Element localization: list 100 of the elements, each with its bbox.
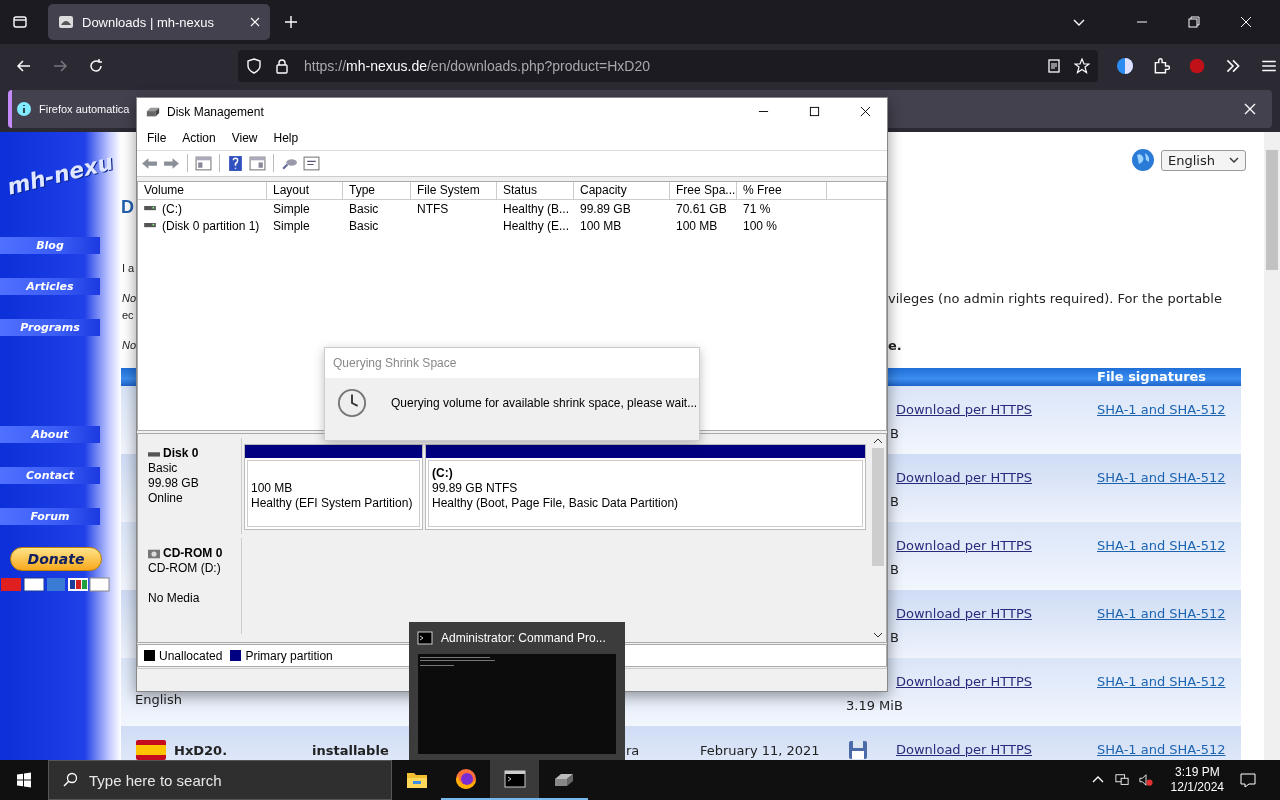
restore-icon[interactable] <box>1188 16 1200 28</box>
clock[interactable]: 3:19 PM 12/1/2024 <box>1170 765 1224 795</box>
partition-status: Healthy (Boot, Page File, Basic Data Partition) <box>432 496 680 512</box>
column-header[interactable]: Status <box>497 182 574 200</box>
menu-item[interactable]: Help <box>265 130 307 145</box>
menu-item[interactable]: View <box>223 130 266 145</box>
lock-icon <box>274 58 290 74</box>
table-cell: NTFS <box>417 201 449 216</box>
account-icon[interactable] <box>1116 57 1134 75</box>
table-cell: (C:) <box>162 201 182 216</box>
scroll-down-icon[interactable] <box>873 632 883 639</box>
signature-link[interactable]: SHA-1 and SHA-512 <box>1097 674 1241 689</box>
taskbar-app[interactable] <box>490 760 539 800</box>
column-header[interactable]: File System <box>411 182 497 200</box>
file-size: B <box>890 426 899 441</box>
disk-detail: Online <box>148 491 184 507</box>
table-cell: 71 % <box>743 201 771 216</box>
address-bar[interactable]: https://mh-nexus.de/en/downloads.php?product=HxD20 <box>238 50 1098 82</box>
star-icon[interactable] <box>1074 58 1090 74</box>
column-header[interactable]: Free Spa... <box>670 182 737 200</box>
legend-label: Unallocated <box>159 648 223 663</box>
legend-label: Primary partition <box>245 648 333 663</box>
speaker-muted-icon[interactable] <box>1138 773 1153 787</box>
table-cell: Healthy (E... <box>503 218 570 233</box>
nav-link[interactable]: Articles <box>0 278 100 295</box>
new-tab-icon[interactable] <box>284 15 298 29</box>
signature-link[interactable]: SHA-1 and SHA-512 <box>1097 742 1241 757</box>
column-header[interactable]: Capacity <box>574 182 670 200</box>
column-header[interactable]: Layout <box>267 182 343 200</box>
nav-link[interactable]: Programs <box>0 319 100 336</box>
table-cell: 100 MB <box>676 218 718 233</box>
partition[interactable]: 100 MB Healthy (EFI System Partition) <box>244 444 423 531</box>
scrollbar[interactable] <box>870 434 886 643</box>
download-link[interactable]: Download per HTTPS <box>896 606 1097 621</box>
volume-icon <box>144 223 156 229</box>
help-icon[interactable] <box>227 154 244 172</box>
shield-icon <box>246 58 262 74</box>
download-link[interactable]: Download per HTTPS <box>896 742 1097 757</box>
window-preview[interactable]: Administrator: Command Pro... <box>409 622 625 760</box>
paragraph-text: vileges (no admin rights required). For the portable <box>888 290 1223 307</box>
table-cell: Simple <box>273 201 310 216</box>
menu-item[interactable]: Action <box>174 130 224 145</box>
flag-icon <box>136 740 166 760</box>
partition-status: Healthy (EFI System Partition) <box>251 496 414 512</box>
list-icon[interactable] <box>303 154 320 172</box>
back-icon[interactable] <box>16 58 32 74</box>
reload-icon[interactable] <box>88 58 104 74</box>
column-header[interactable]: Volume <box>138 182 267 200</box>
network-icon[interactable] <box>1114 773 1129 787</box>
browser-tab[interactable]: Downloads | mh-nexus <box>48 4 270 40</box>
payment-cards-icon <box>0 576 110 592</box>
browser-icon <box>453 767 478 791</box>
clock-icon <box>337 388 367 418</box>
download-link[interactable]: Download per HTTPS <box>896 402 1097 417</box>
scrollbar[interactable] <box>1264 132 1280 760</box>
signature-link[interactable]: SHA-1 and SHA-512 <box>1097 402 1241 417</box>
language-label: English <box>135 692 182 707</box>
terminal-icon <box>417 630 433 646</box>
signature-link[interactable]: SHA-1 and SHA-512 <box>1097 470 1241 485</box>
download-link[interactable]: Download per HTTPS <box>896 470 1097 485</box>
nav-link[interactable]: Blog <box>0 237 100 254</box>
panel-icon[interactable] <box>195 154 212 172</box>
table-cell: (Disk 0 partition 1) <box>162 218 260 233</box>
language-select[interactable]: English <box>1161 149 1246 171</box>
table-cell-text: ra <box>626 742 641 758</box>
column-header[interactable]: % Free <box>737 182 827 200</box>
download-link[interactable]: Download per HTTPS <box>896 538 1097 553</box>
notifications-icon[interactable] <box>1240 772 1256 788</box>
search-field[interactable]: Type here to search <box>48 760 392 800</box>
nav-link[interactable]: About <box>0 426 100 443</box>
search-icon <box>62 772 78 788</box>
file-size: B <box>890 494 899 509</box>
panel-icon[interactable] <box>249 154 266 172</box>
nav-link[interactable]: Contact <box>0 467 100 484</box>
column-header[interactable]: Type <box>343 182 411 200</box>
file-size: B <box>890 630 899 645</box>
tab-list-icon[interactable] <box>12 14 28 30</box>
scroll-up-icon[interactable] <box>873 438 883 445</box>
signature-link[interactable]: SHA-1 and SHA-512 <box>1097 606 1241 621</box>
extensions-icon[interactable] <box>1152 57 1170 75</box>
download-link[interactable]: Download per HTTPS <box>896 674 1097 689</box>
reader-view-icon[interactable] <box>1046 58 1062 74</box>
maximize-icon[interactable] <box>809 106 820 118</box>
partition-size: 100 MB <box>251 481 294 497</box>
date-text: February 11, 2021 <box>700 742 821 758</box>
preview-title: Administrator: Command Pro... <box>441 631 606 645</box>
overflow-icon[interactable] <box>1224 57 1242 75</box>
nav-link[interactable]: Forum <box>0 508 100 525</box>
file-size: B <box>890 562 899 577</box>
start-icon[interactable] <box>16 772 32 788</box>
menu-item[interactable]: File <box>139 130 175 145</box>
table-cell: Basic <box>349 201 379 216</box>
forward-icon[interactable] <box>52 58 68 74</box>
notification-text: Firefox automatica <box>39 103 130 115</box>
donate-button[interactable]: Donate <box>10 547 102 571</box>
window-title: Disk Management <box>167 104 264 119</box>
close-icon[interactable] <box>860 106 871 118</box>
table-cell: 100 MB <box>580 218 622 233</box>
partition[interactable]: (C:) 99.89 GB NTFS Healthy (Boot, Page File, Basic Data Partition) <box>425 444 866 531</box>
signature-link[interactable]: SHA-1 and SHA-512 <box>1097 538 1241 553</box>
